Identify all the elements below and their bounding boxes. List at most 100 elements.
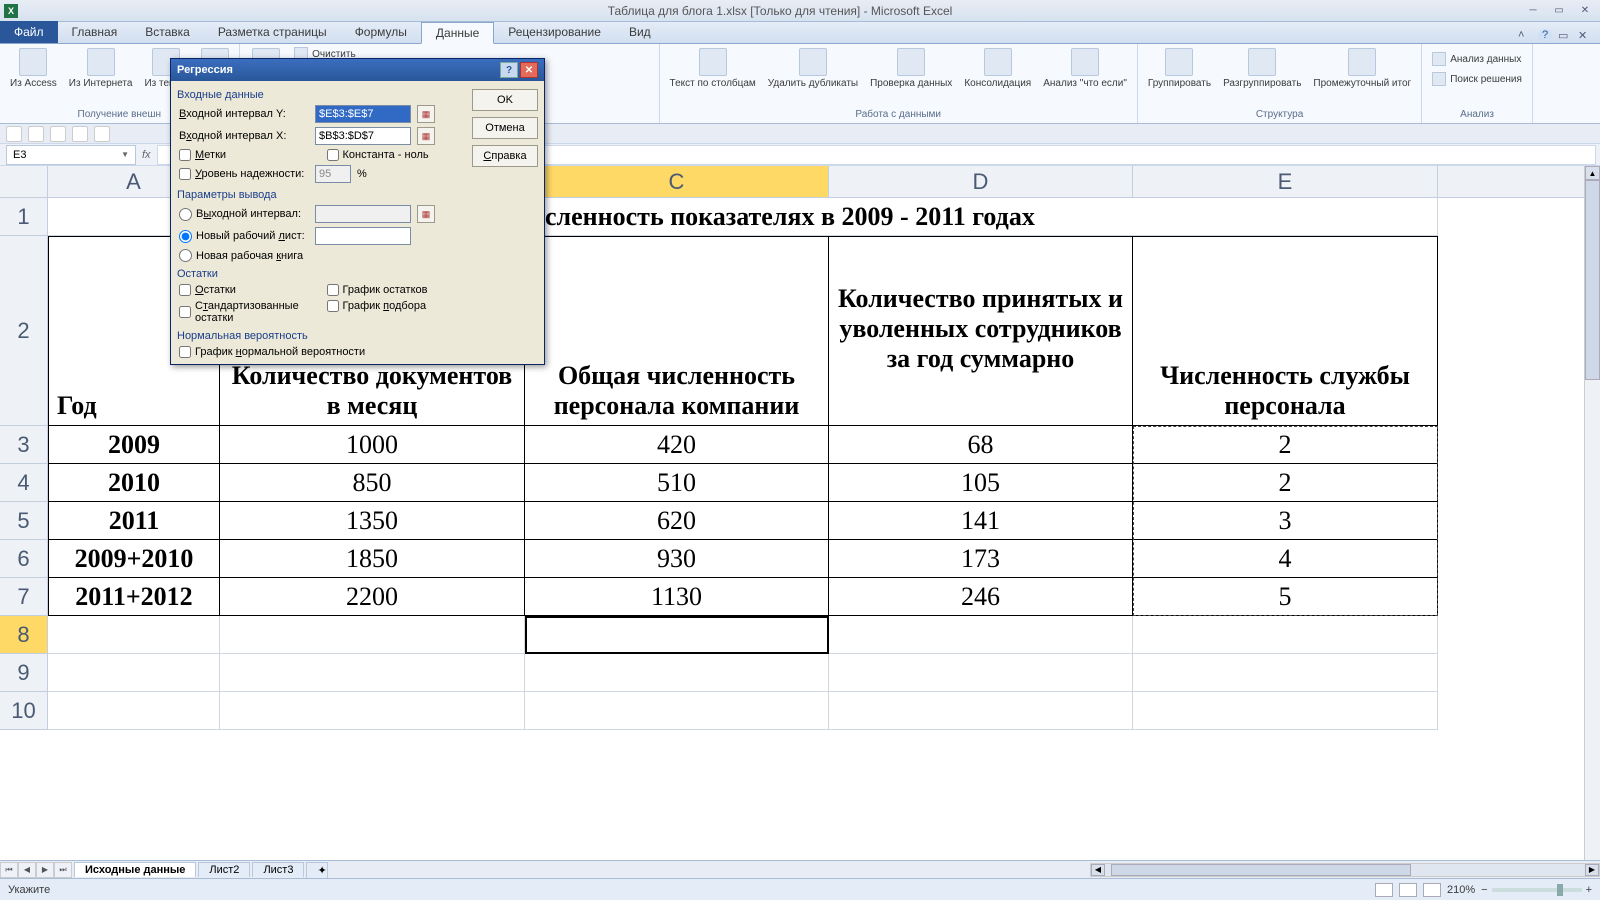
refedit-out-icon[interactable]: ▦	[417, 205, 435, 223]
horizontal-scrollbar[interactable]: ◀ ▶	[1090, 863, 1600, 877]
zoom-slider[interactable]	[1492, 888, 1582, 892]
row-header-2[interactable]: 2	[0, 236, 48, 426]
cell-A5[interactable]: 2011	[48, 502, 220, 540]
dialog-titlebar[interactable]: Регрессия ? ✕	[171, 59, 544, 81]
ribbon-minimize-icon[interactable]: ˄	[1518, 29, 1532, 43]
input-confidence[interactable]	[315, 165, 351, 183]
refedit-y-icon[interactable]: ▦	[417, 105, 435, 123]
ungroup-button[interactable]: Разгруппировать	[1219, 46, 1305, 91]
cell-C8[interactable]	[525, 616, 829, 654]
consolidate-button[interactable]: Консолидация	[960, 46, 1035, 91]
row-header-9[interactable]: 9	[0, 654, 48, 692]
fx-icon[interactable]: fx	[136, 149, 157, 161]
name-box[interactable]: E3 ▼	[6, 145, 136, 165]
row-header-6[interactable]: 6	[0, 540, 48, 578]
sheet-nav-prev-icon[interactable]: ◀	[18, 862, 36, 878]
vertical-scrollbar[interactable]: ▲	[1584, 166, 1600, 860]
cell-D3[interactable]: 68	[829, 426, 1133, 464]
tab-formulas[interactable]: Формулы	[341, 21, 421, 43]
zoom-in-icon[interactable]: +	[1586, 884, 1592, 896]
sheet-nav-next-icon[interactable]: ▶	[36, 862, 54, 878]
checkbox-fit-plot[interactable]	[327, 300, 339, 312]
cell-A8[interactable]	[48, 616, 220, 654]
save-icon[interactable]	[24, 4, 38, 18]
sheet-tab-new[interactable]: ✦	[306, 862, 328, 878]
tab-review[interactable]: Рецензирование	[494, 21, 615, 43]
group-button[interactable]: Группировать	[1144, 46, 1215, 91]
col-header-D[interactable]: D	[829, 166, 1133, 197]
cell-C3[interactable]: 420	[525, 426, 829, 464]
tab-insert[interactable]: Вставка	[131, 21, 204, 43]
cell-E3[interactable]: 2	[1133, 426, 1438, 464]
cell-A6[interactable]: 2009+2010	[48, 540, 220, 578]
cell-B7[interactable]: 2200	[220, 578, 525, 616]
col-header-E[interactable]: E	[1133, 166, 1438, 197]
dialog-help-icon[interactable]: ?	[500, 62, 518, 78]
sheet-tab-0[interactable]: Исходные данные	[74, 862, 196, 877]
help-button[interactable]: Справка	[472, 145, 538, 167]
view-normal-icon[interactable]	[1375, 883, 1393, 897]
qat-redo-icon[interactable]	[28, 126, 44, 142]
checkbox-normal-plot[interactable]	[179, 346, 191, 358]
refedit-x-icon[interactable]: ▦	[417, 127, 435, 145]
row-header-5[interactable]: 5	[0, 502, 48, 540]
input-output-range[interactable]	[315, 205, 411, 223]
cell-C6[interactable]: 930	[525, 540, 829, 578]
cell-D9[interactable]	[829, 654, 1133, 692]
select-all-corner[interactable]	[0, 166, 48, 198]
qat-sort-icon[interactable]	[72, 126, 88, 142]
row-headers[interactable]: 1 2 3 4 5 6 7 8 9 10	[0, 198, 48, 730]
data-analysis-button[interactable]: Анализ данных	[1428, 50, 1526, 68]
ribbon-display-icon[interactable]: ▭	[1558, 29, 1572, 43]
cell-E6[interactable]: 4	[1133, 540, 1438, 578]
cell-B6[interactable]: 1850	[220, 540, 525, 578]
cell-C7[interactable]: 1130	[525, 578, 829, 616]
qat-word-icon[interactable]	[94, 126, 110, 142]
what-if-button[interactable]: Анализ "что если"	[1039, 46, 1131, 91]
cell-title[interactable]: сленность показателях в 2009 - 2011 года…	[525, 198, 1438, 236]
radio-new-book[interactable]	[179, 249, 192, 262]
cell-E10[interactable]	[1133, 692, 1438, 730]
sheet-nav-first-icon[interactable]: ⏮	[0, 862, 18, 878]
vscroll-thumb[interactable]	[1585, 180, 1600, 380]
cell-B9[interactable]	[220, 654, 525, 692]
row-header-3[interactable]: 3	[0, 426, 48, 464]
cell-B3[interactable]: 1000	[220, 426, 525, 464]
cell-D10[interactable]	[829, 692, 1133, 730]
restore-button[interactable]: ▭	[1548, 4, 1570, 18]
qat-chart-icon[interactable]	[50, 126, 66, 142]
from-web-button[interactable]: Из Интернета	[65, 46, 137, 91]
workbook-close-icon[interactable]: ✕	[1578, 29, 1592, 43]
minimize-button[interactable]: ─	[1522, 4, 1544, 18]
zoom-out-icon[interactable]: −	[1481, 884, 1487, 896]
row-header-8[interactable]: 8	[0, 616, 48, 654]
remove-duplicates-button[interactable]: Удалить дубликаты	[764, 46, 862, 91]
cell-B10[interactable]	[220, 692, 525, 730]
input-new-sheet[interactable]	[315, 227, 411, 245]
from-access-button[interactable]: Из Access	[6, 46, 61, 91]
cell-C4[interactable]: 510	[525, 464, 829, 502]
sheet-tab-2[interactable]: Лист3	[252, 862, 304, 877]
tab-page-layout[interactable]: Разметка страницы	[204, 21, 341, 43]
tab-home[interactable]: Главная	[58, 21, 132, 43]
row-header-1[interactable]: 1	[0, 198, 48, 236]
sheet-nav-last-icon[interactable]: ⏭	[54, 862, 72, 878]
cell-B8[interactable]	[220, 616, 525, 654]
input-x-range[interactable]	[315, 127, 411, 145]
cell-D8[interactable]	[829, 616, 1133, 654]
checkbox-labels[interactable]	[179, 149, 191, 161]
checkbox-resid-plot[interactable]	[327, 284, 339, 296]
cell-A7[interactable]: 2011+2012	[48, 578, 220, 616]
text-to-columns-button[interactable]: Текст по столбцам	[666, 46, 760, 91]
row-header-4[interactable]: 4	[0, 464, 48, 502]
radio-new-sheet[interactable]	[179, 230, 192, 243]
cell-B4[interactable]: 850	[220, 464, 525, 502]
qat-undo-icon[interactable]	[6, 126, 22, 142]
scroll-up-icon[interactable]: ▲	[1585, 166, 1600, 180]
cell-E8[interactable]	[1133, 616, 1438, 654]
row-header-10[interactable]: 10	[0, 692, 48, 730]
cell-C2[interactable]: Общая численность персонала компании	[525, 236, 829, 426]
cell-E5[interactable]: 3	[1133, 502, 1438, 540]
cell-A10[interactable]	[48, 692, 220, 730]
radio-output-range[interactable]	[179, 208, 192, 221]
